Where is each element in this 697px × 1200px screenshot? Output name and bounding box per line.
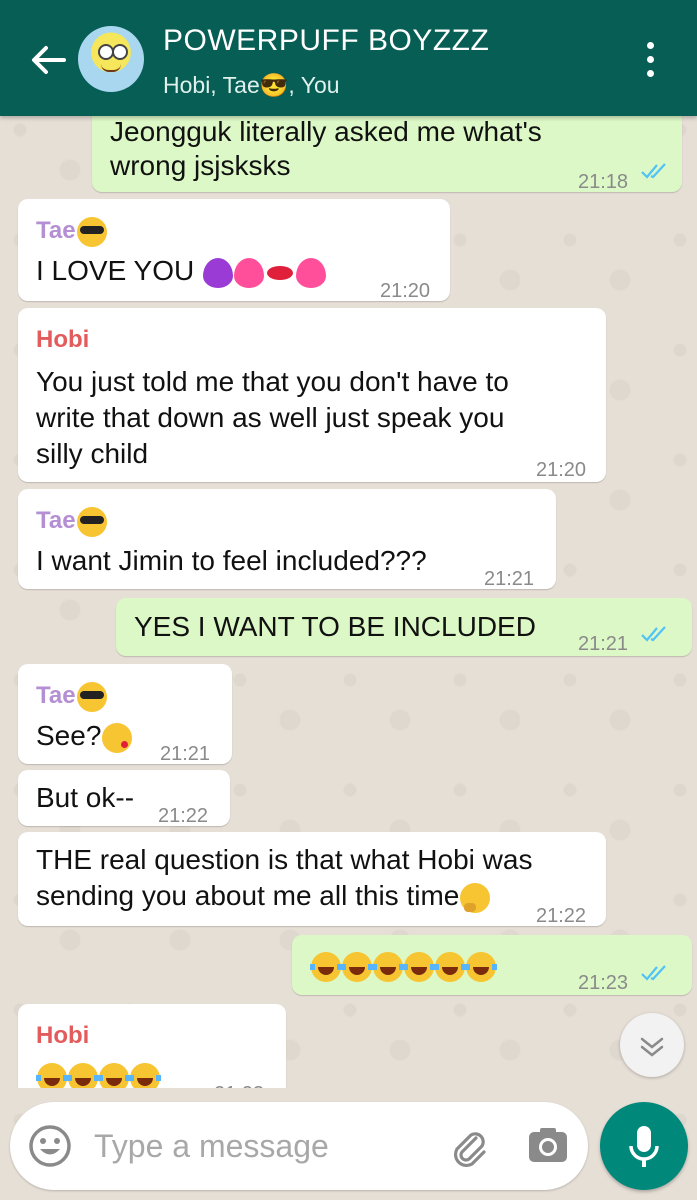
- kiss-mark-emoji: [265, 258, 295, 288]
- kissing-face-emoji: [102, 722, 133, 753]
- message-text: YES I WANT TO BE INCLUDED: [134, 611, 536, 642]
- message-incoming[interactable]: Tae See? 21:21: [18, 664, 232, 765]
- thinking-face-emoji: [460, 882, 491, 913]
- message-incoming[interactable]: Tae I want Jimin to feel included??? 21:…: [18, 489, 556, 590]
- tears-of-joy-emoji: [36, 1062, 68, 1088]
- tears-of-joy-emoji: [372, 951, 404, 982]
- tears-of-joy-emoji: [341, 951, 373, 982]
- message-incoming[interactable]: But ok-- 21:22: [18, 770, 230, 827]
- message-outgoing[interactable]: 21:23: [292, 935, 692, 995]
- attach-button[interactable]: [446, 1124, 490, 1168]
- message-sender: Hobi: [36, 1022, 90, 1049]
- message-time: 21:23: [214, 1076, 264, 1088]
- emoji-button[interactable]: [26, 1122, 74, 1170]
- message-sender: Tae: [36, 678, 107, 714]
- voice-record-button[interactable]: [600, 1102, 688, 1190]
- tears-of-joy-emoji: [403, 951, 435, 982]
- group-members[interactable]: Hobi, Tae😎, You: [163, 72, 340, 99]
- message-outgoing[interactable]: YES I WANT TO BE INCLUDED 21:21: [116, 598, 692, 656]
- message-time: 21:20: [380, 280, 431, 302]
- message-time: 21:20: [536, 459, 587, 481]
- message-time: 21:23: [578, 972, 629, 994]
- message-text: THE real question is that what Hobi was: [36, 844, 533, 875]
- tears-of-joy-emoji: [434, 951, 466, 982]
- message-text: See?: [36, 718, 133, 754]
- double-check-icon: [641, 626, 666, 642]
- message-sender: Tae: [36, 213, 107, 249]
- back-button[interactable]: [26, 38, 70, 82]
- message-time: 21:22: [158, 805, 209, 827]
- more-vert-dot: [647, 56, 654, 63]
- message-text: [36, 1058, 161, 1088]
- message-incoming[interactable]: Hobi 21:23: [18, 1004, 286, 1088]
- camera-button[interactable]: [526, 1124, 570, 1168]
- message-text: I LOVE YOU: [36, 253, 326, 289]
- emoji-icon: [29, 1125, 71, 1167]
- message-incoming[interactable]: Tae I LOVE YOU 21:20: [18, 199, 450, 302]
- tears-of-joy-emoji: [67, 1062, 99, 1088]
- mic-icon: [629, 1126, 659, 1167]
- message-text: But ok--: [36, 782, 135, 813]
- tears-of-joy-emoji: [98, 1062, 130, 1088]
- paperclip-icon: [453, 1132, 486, 1168]
- camera-icon: [529, 1128, 567, 1162]
- message-text: Jeongguk literally asked me what's: [110, 116, 542, 147]
- message-text: silly child: [36, 438, 149, 469]
- message-incoming[interactable]: THE real question is that what Hobi was …: [18, 832, 606, 927]
- sunglasses-emoji: [76, 216, 107, 247]
- sunglasses-emoji: [76, 681, 107, 712]
- avatar-mouth: [101, 64, 121, 72]
- sunglasses-emoji: [76, 506, 107, 537]
- message-time: 21:21: [578, 633, 629, 655]
- message-time: 21:18: [578, 171, 629, 193]
- message-time: 21:21: [484, 568, 535, 590]
- message-text: wrong jsjsksks: [110, 150, 291, 181]
- double-check-icon: [641, 965, 666, 981]
- more-vert-dot: [647, 70, 654, 77]
- sparkling-heart-emoji: [296, 257, 326, 288]
- avatar-eye-right: [112, 44, 128, 60]
- tears-of-joy-emoji: [310, 951, 342, 982]
- message-clip: Hobi 21:23: [0, 1000, 697, 1088]
- chat-header: POWERPUFF BOYZZZ Hobi, Tae😎, You: [0, 0, 697, 116]
- message-time: 21:22: [536, 905, 587, 927]
- message-text: [310, 947, 497, 983]
- double-check-icon: [641, 163, 666, 179]
- message-sender: Tae: [36, 503, 107, 539]
- tears-of-joy-emoji: [465, 951, 497, 982]
- message-text: I want Jimin to feel included???: [36, 545, 427, 576]
- scroll-to-bottom-button[interactable]: [620, 1013, 684, 1077]
- heartbeat-emoji: [234, 257, 264, 288]
- back-arrow-icon: [32, 46, 66, 74]
- message-incoming[interactable]: Hobi You just told me that you don't hav…: [18, 308, 606, 482]
- message-text: sending you about me all this time: [36, 878, 491, 914]
- message-input[interactable]: Type a message: [94, 1128, 329, 1165]
- message-sender: Hobi: [36, 326, 90, 353]
- purple-heart-emoji: [203, 257, 233, 288]
- more-vert-icon: [647, 42, 654, 49]
- group-title[interactable]: POWERPUFF BOYZZZ: [163, 24, 489, 58]
- group-avatar[interactable]: [78, 26, 144, 92]
- message-composer[interactable]: Type a message: [10, 1102, 588, 1190]
- more-options-button[interactable]: [636, 40, 666, 80]
- message-text: You just told me that you don't have to: [36, 366, 509, 397]
- message-time: 21:21: [160, 743, 211, 765]
- tears-of-joy-emoji: [129, 1062, 161, 1088]
- chevron-down-icon: [640, 1037, 664, 1057]
- message-text: write that down as well just speak you: [36, 402, 505, 433]
